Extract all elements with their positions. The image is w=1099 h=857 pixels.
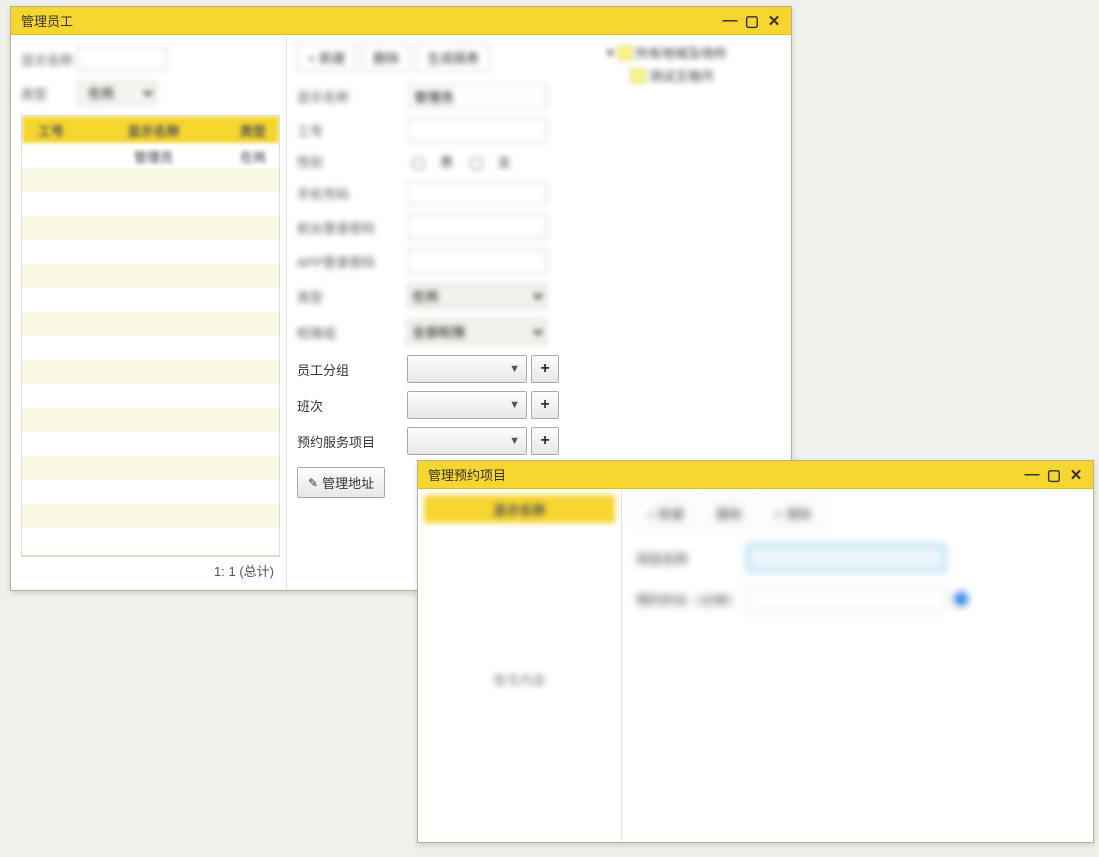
delete-button[interactable]: 删除 [705, 499, 753, 528]
col-empno: 工号 [22, 121, 80, 140]
service-label: 预约服务项目 [297, 432, 407, 451]
perm-select[interactable]: 全部权限 [407, 319, 547, 345]
maximize-button[interactable]: ▢ [741, 10, 763, 32]
filter-name-label: 显示名称 [21, 50, 77, 69]
new-button[interactable]: + 新建 [636, 499, 695, 528]
duration-input[interactable] [746, 586, 946, 612]
shift-add-button[interactable]: + [531, 391, 559, 419]
tree-caret-icon: ▾ [607, 45, 614, 61]
grid-footer: 1: 1 (总计) [21, 556, 280, 584]
titlebar[interactable]: 管理员工 — ▢ ✕ [11, 7, 791, 35]
filter-name-input[interactable] [77, 47, 167, 71]
type-select[interactable]: 在岗 [407, 283, 547, 309]
pencil-icon [308, 475, 318, 490]
gender-female-radio[interactable] [470, 157, 483, 170]
checkbox-icon[interactable] [618, 46, 632, 60]
group-add-button[interactable]: + [531, 355, 559, 383]
duration-label: 预约时长（分钟） [636, 590, 746, 609]
project-name-input[interactable] [746, 544, 946, 572]
chevron-down-icon: ▼ [509, 435, 520, 447]
booking-toolbar: + 新建 删除 × 清除 [636, 499, 1079, 528]
chevron-down-icon: ▼ [509, 363, 520, 375]
delete-button[interactable]: 删除 [362, 43, 410, 72]
grid-header: 工号 显示名称 类型 [22, 116, 279, 144]
minimize-button[interactable]: — [719, 10, 741, 32]
tree-root[interactable]: ▾ 所有地域及场所 [607, 43, 781, 62]
manage-address-button[interactable]: 管理地址 [297, 467, 385, 498]
group-label: 员工分组 [297, 360, 407, 379]
table-row[interactable]: 管理员 在岗 [22, 144, 279, 168]
filter-type-label: 类型 [21, 84, 77, 103]
front-pwd-input[interactable] [407, 215, 547, 239]
col-type: 类型 [227, 121, 279, 140]
info-dot-icon [954, 592, 968, 606]
app-pwd-input[interactable] [407, 249, 547, 273]
clear-button[interactable]: × 清除 [763, 499, 822, 528]
gender-male-radio[interactable] [412, 157, 425, 170]
phone-input[interactable] [407, 181, 547, 205]
new-button[interactable]: + 新建 [297, 43, 356, 72]
close-button[interactable]: ✕ [1065, 464, 1087, 486]
filter-type-row: 类型 在岗 [21, 81, 280, 105]
employee-grid: 工号 显示名称 类型 管理员 在岗 [21, 115, 280, 556]
empno-input[interactable] [407, 118, 547, 142]
booking-list-panel: 显示名称 暂无内容 [418, 489, 622, 842]
detail-toolbar: + 新建 删除 生成报表 [297, 43, 597, 72]
chevron-down-icon: ▼ [509, 399, 520, 411]
tree-child[interactable]: 测试王晓丹 [607, 66, 781, 85]
name-input[interactable] [407, 84, 547, 108]
filter-name-row: 显示名称 [21, 47, 280, 71]
titlebar[interactable]: 管理预约项目 — ▢ ✕ [418, 461, 1093, 489]
col-name: 显示名称 [80, 121, 227, 140]
checkbox-icon[interactable] [631, 69, 645, 83]
project-name-label: 项目名称 [636, 549, 746, 568]
window-title: 管理预约项目 [428, 465, 1021, 484]
list-empty-text: 暂无内容 [424, 523, 615, 836]
group-combo[interactable]: ▼ [407, 355, 527, 383]
service-combo[interactable]: ▼ [407, 427, 527, 455]
employee-list-panel: 显示名称 类型 在岗 工号 显示名称 类型 管理员 在岗 [11, 35, 287, 590]
booking-detail-panel: + 新建 删除 × 清除 项目名称 预约时长（分钟） [622, 489, 1093, 842]
maximize-button[interactable]: ▢ [1043, 464, 1065, 486]
shift-combo[interactable]: ▼ [407, 391, 527, 419]
manage-booking-window: 管理预约项目 — ▢ ✕ 显示名称 暂无内容 + 新建 删除 × 清除 项目名称… [417, 460, 1094, 843]
service-add-button[interactable]: + [531, 427, 559, 455]
window-title: 管理员工 [21, 11, 719, 30]
filter-type-select[interactable]: 在岗 [77, 81, 157, 105]
gen-report-button[interactable]: 生成报表 [416, 43, 490, 72]
shift-label: 班次 [297, 396, 407, 415]
close-button[interactable]: ✕ [763, 10, 785, 32]
minimize-button[interactable]: — [1021, 464, 1043, 486]
list-header: 显示名称 [424, 495, 615, 523]
